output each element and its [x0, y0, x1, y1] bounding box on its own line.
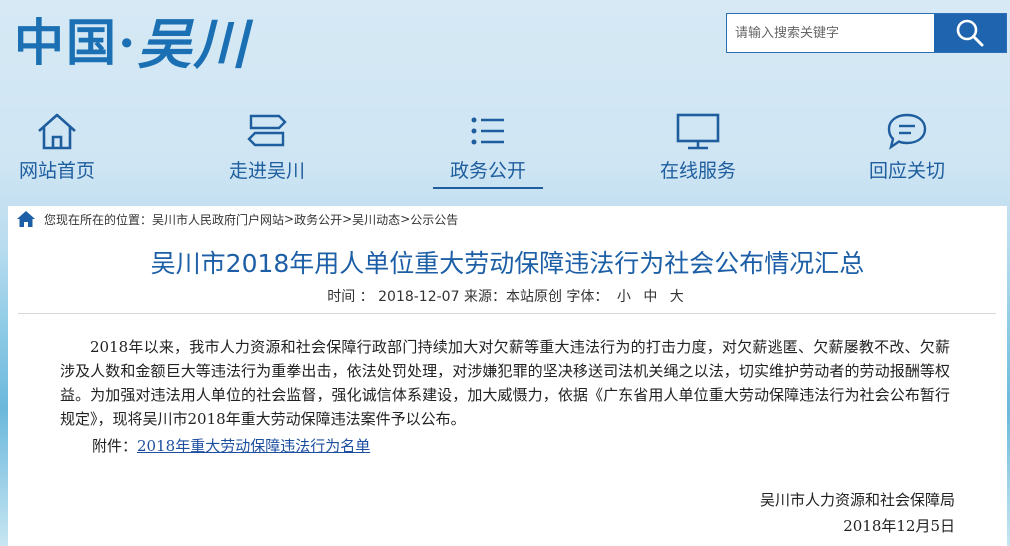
breadcrumb-item-gov-info[interactable]: 政务公开: [294, 211, 342, 228]
search-input[interactable]: [727, 14, 934, 52]
nav-item-response[interactable]: 回应关切: [852, 108, 962, 183]
font-size-medium[interactable]: 中: [643, 289, 657, 305]
monitor-icon: [676, 113, 720, 150]
logo-text-wuchuan: 吴川: [137, 11, 250, 76]
list-icon: [471, 117, 504, 145]
nav-item-home[interactable]: 网站首页: [2, 108, 112, 183]
home-icon[interactable]: [16, 210, 36, 228]
breadcrumb-item-news[interactable]: 吴川动态: [352, 211, 400, 228]
nav-label: 走进吴川: [228, 160, 305, 182]
meta-time: 2018-12-07: [378, 289, 460, 305]
search-box: [726, 13, 1007, 53]
home-icon: [38, 113, 76, 150]
site-header: 中国· 吴川 网站首页: [0, 0, 1010, 205]
nav-label: 在线服务: [659, 160, 736, 182]
main-nav: 网站首页 走进吴川 政务公开 在线服务 回应关切: [0, 108, 1010, 189]
article-panel: 您现在所在的位置： 吴川市人民政府门户网站 > 政务公开 > 吴川动态 > 公示…: [8, 206, 1007, 546]
logo-text-china: 中国·: [14, 13, 138, 72]
breadcrumb-separator: >: [284, 212, 295, 226]
nav-item-about[interactable]: 走进吴川: [212, 108, 322, 183]
font-size-small[interactable]: 小: [617, 289, 631, 305]
article-meta: 时间 ： 2018-12-07 来源：本站原创 字体： 小 中 大: [8, 286, 1007, 306]
breadcrumb-prefix: 您现在所在的位置：: [44, 212, 153, 227]
attachment-label: 附件：: [92, 437, 138, 455]
site-logo[interactable]: 中国· 吴川: [14, 4, 249, 76]
search-button[interactable]: [934, 14, 1006, 52]
nav-label: 回应关切: [868, 160, 945, 182]
meta-time-label: 时间 ：: [327, 289, 374, 305]
meta-font-label: 字体：: [566, 289, 609, 305]
signature-date: 2018年12月5日: [843, 517, 955, 535]
search-icon: [956, 19, 984, 47]
breadcrumb-item-notices[interactable]: 公示公告: [410, 211, 458, 228]
signature-org: 吴川市人力资源和社会保障局: [759, 491, 955, 509]
nav-label: 政务公开: [449, 160, 526, 182]
article-signature: 吴川市人力资源和社会保障局 2018年12月5日: [760, 487, 955, 539]
article-title: 吴川市2018年用人单位重大劳动保障违法行为社会公布情况汇总: [150, 249, 865, 278]
breadcrumb-item-portal[interactable]: 吴川市人民政府门户网站: [152, 211, 284, 228]
nav-item-gov-info[interactable]: 政务公开: [433, 108, 543, 189]
meta-source: 来源：本站原创: [463, 289, 562, 305]
attachment: 附件：2018年重大劳动保障违法行为名单: [92, 435, 370, 456]
breadcrumb-separator: >: [342, 212, 353, 226]
chat-icon: [887, 113, 927, 150]
nav-item-online-service[interactable]: 在线服务: [643, 108, 753, 183]
divider: [18, 313, 996, 314]
attachment-link[interactable]: 2018年重大劳动保障违法行为名单: [137, 437, 370, 455]
font-size-large[interactable]: 大: [670, 289, 684, 305]
article-body: 2018年以来，我市人力资源和社会保障行政部门持续加大对欠薪等重大违法行为的打击…: [60, 335, 950, 431]
nav-label: 网站首页: [18, 160, 95, 182]
breadcrumb: 您现在所在的位置： 吴川市人民政府门户网站 > 政务公开 > 吴川动态 > 公示…: [8, 206, 1007, 232]
article-paragraph: 2018年以来，我市人力资源和社会保障行政部门持续加大对欠薪等重大违法行为的打击…: [60, 338, 950, 428]
signpost-icon: [247, 114, 287, 147]
breadcrumb-separator: >: [400, 212, 411, 226]
